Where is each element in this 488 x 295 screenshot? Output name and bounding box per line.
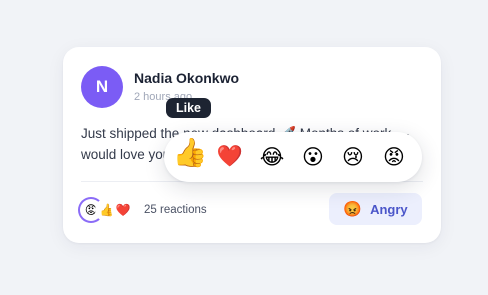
angry-emoji-icon: 😡 xyxy=(343,201,363,218)
reaction-count[interactable]: 25 reactions xyxy=(144,204,207,216)
reaction-tooltip: Like xyxy=(166,98,212,118)
reaction-love-button[interactable]: ❤️ xyxy=(215,142,245,172)
reaction-picker: 👍 ❤️ 😂 😮 😢 😡 xyxy=(164,132,422,182)
reaction-sad-button[interactable]: 😢 xyxy=(338,142,368,172)
reaction-like-button[interactable]: 👍 xyxy=(172,134,208,170)
avatar[interactable]: N xyxy=(81,66,123,108)
heart-emoji-icon: ❤️ xyxy=(112,199,134,221)
reaction-summary-icons: 😡 👍 ❤️ xyxy=(80,199,134,221)
current-reaction-button[interactable]: 😡 Angry xyxy=(329,193,422,225)
reaction-haha-button[interactable]: 😂 xyxy=(257,142,287,172)
current-reaction-label: Angry xyxy=(370,201,408,217)
reaction-summary[interactable]: 😡 👍 ❤️ 25 reactions xyxy=(80,197,207,223)
author-name[interactable]: Nadia Okonkwo xyxy=(134,70,239,86)
reaction-angry-button[interactable]: 😡 xyxy=(379,142,409,172)
reaction-wow-button[interactable]: 😮 xyxy=(298,142,328,172)
